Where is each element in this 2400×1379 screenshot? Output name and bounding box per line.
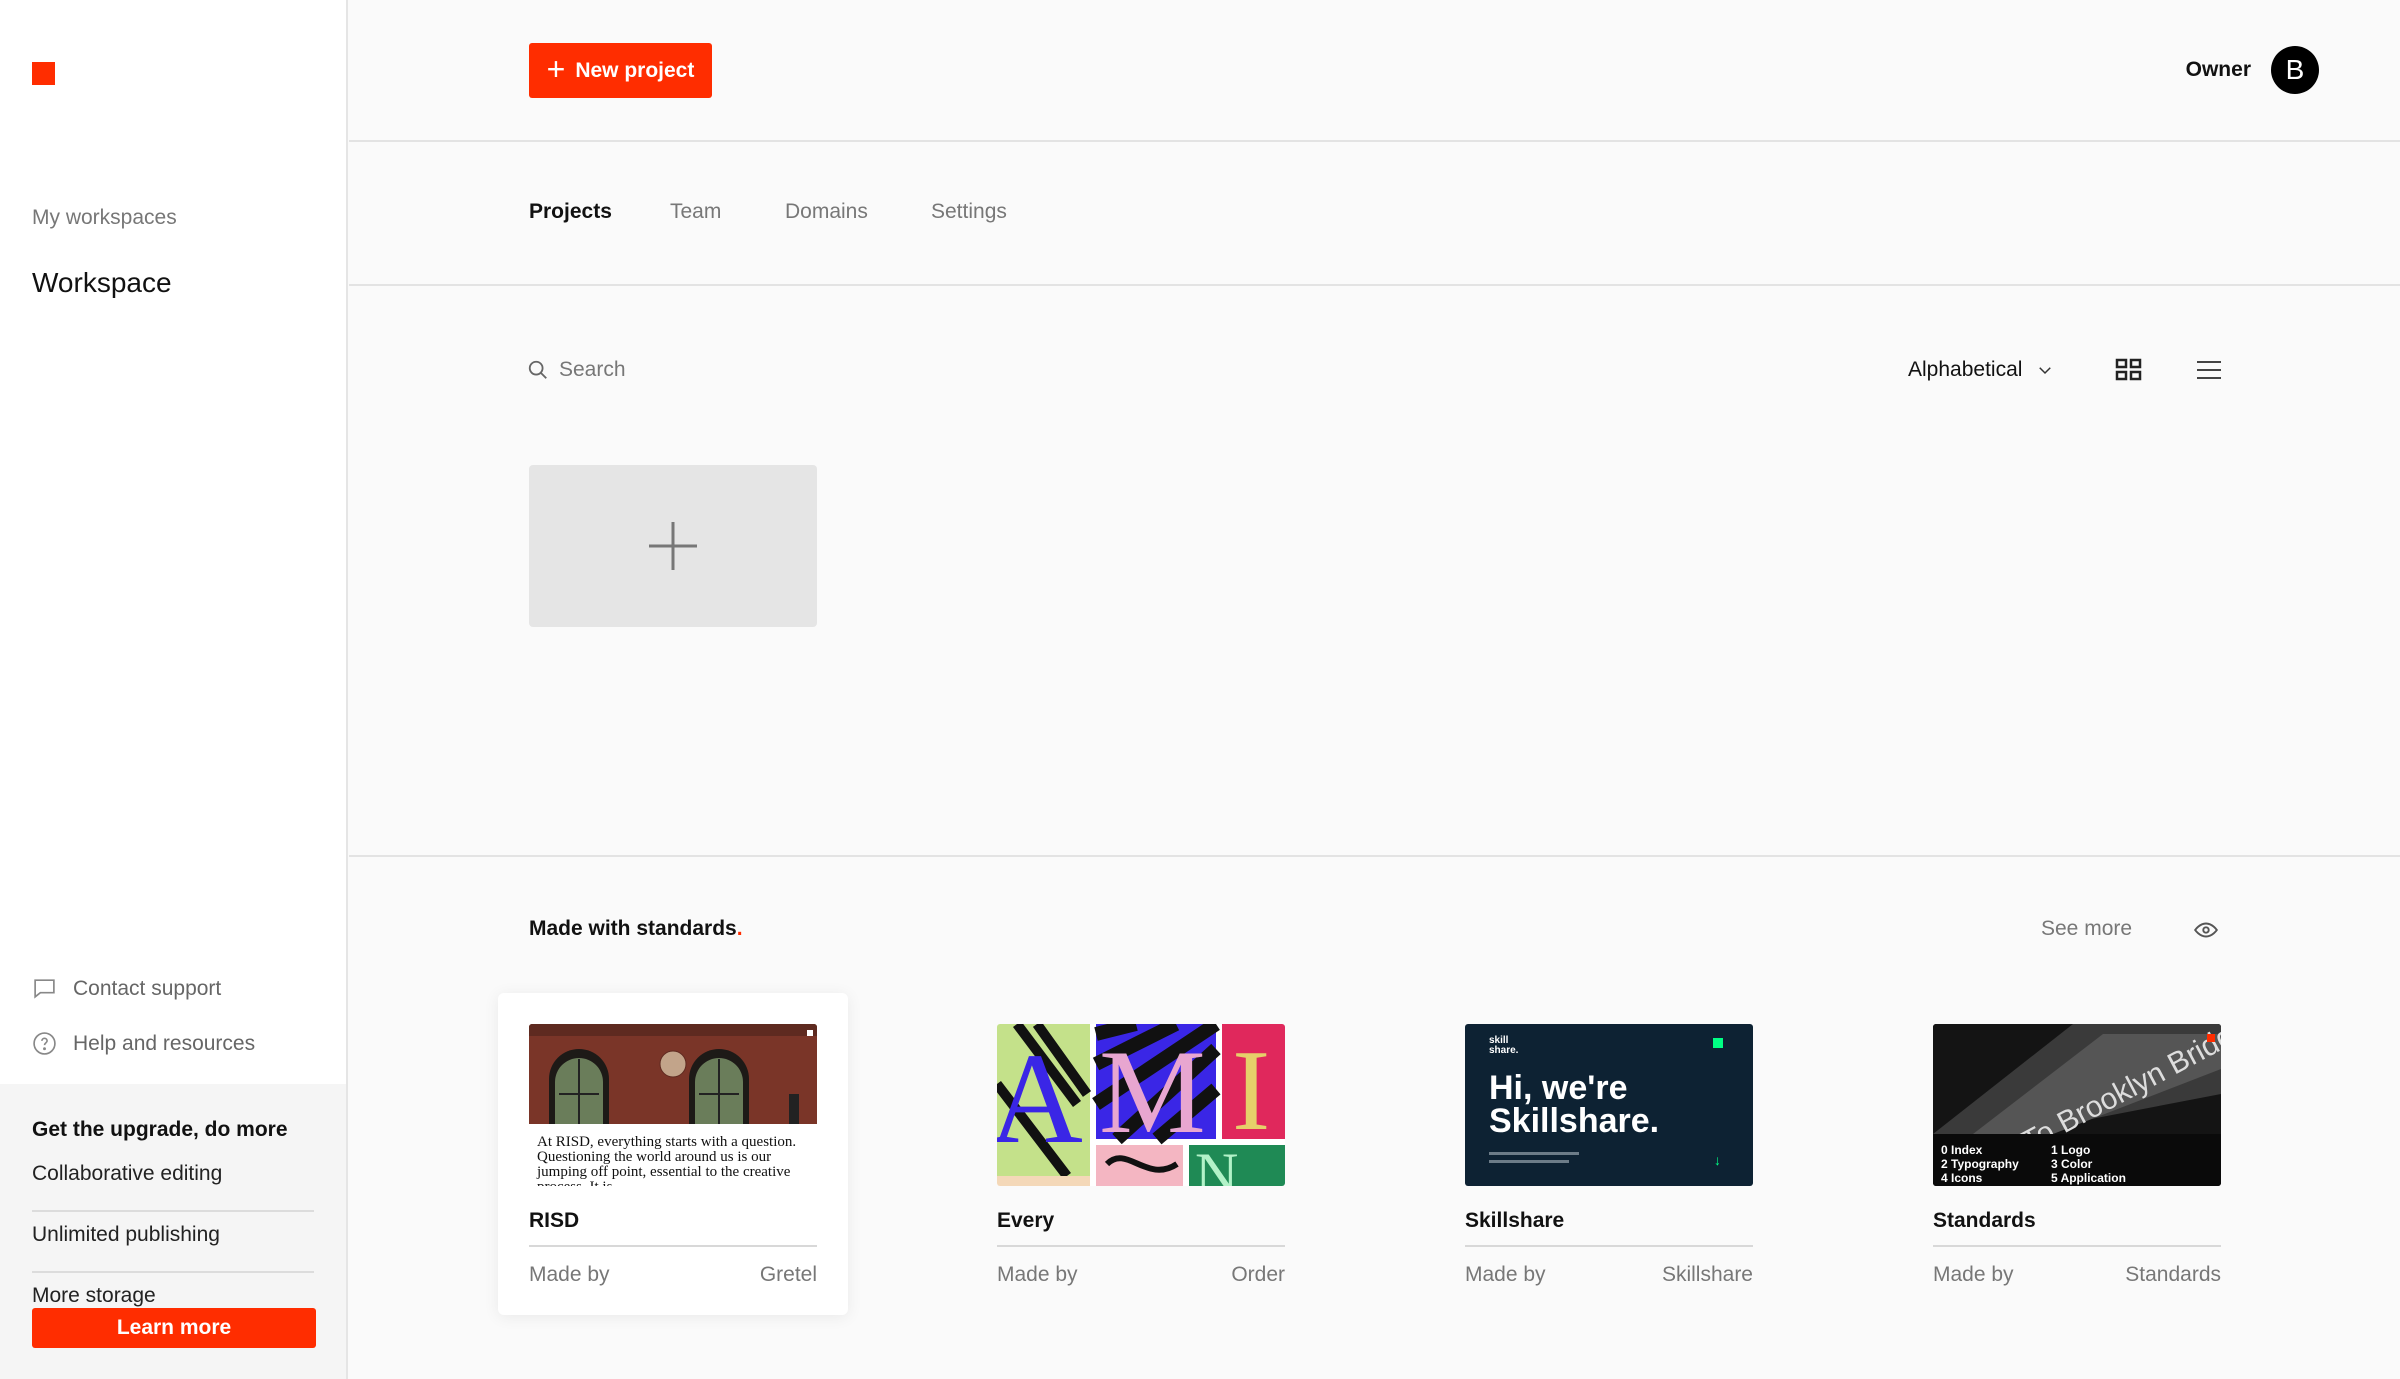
tab-domains[interactable]: Domains bbox=[785, 200, 868, 224]
made-by-label: Made by bbox=[1933, 1263, 2014, 1286]
card-meta: Made by Order bbox=[997, 1263, 1285, 1287]
every-letters-image: A M I N bbox=[997, 1024, 1285, 1186]
showcase-card[interactable]: At RISD, everything starts with a questi… bbox=[498, 993, 848, 1315]
avatar[interactable]: B bbox=[2271, 46, 2319, 94]
made-by-label: Made by bbox=[997, 1263, 1078, 1286]
search-icon bbox=[528, 360, 547, 379]
made-by-label: Made by bbox=[1465, 1263, 1546, 1286]
showcase-card[interactable]: To Brooklyn Bridge · Late nights to · st… bbox=[1902, 993, 2252, 1315]
card-thumbnail: A M I N bbox=[997, 1024, 1285, 1186]
learn-more-button[interactable]: Learn more bbox=[32, 1308, 316, 1348]
chat-icon bbox=[34, 979, 55, 999]
arrow-down-icon: ↓ bbox=[1714, 1152, 1721, 1168]
contact-support-link[interactable]: Contact support bbox=[32, 976, 221, 1001]
card-meta: Made by Standards bbox=[1933, 1263, 2221, 1287]
card-thumbnail: To Brooklyn Bridge · Late nights to · st… bbox=[1933, 1024, 2221, 1186]
eye-icon[interactable] bbox=[2193, 917, 2219, 943]
card-name: Every bbox=[997, 1209, 1285, 1247]
new-project-button[interactable]: + New project bbox=[529, 43, 712, 98]
accent-square bbox=[1713, 1038, 1723, 1048]
sort-label: Alphabetical bbox=[1908, 358, 2023, 381]
card-author[interactable]: Standards bbox=[2125, 1263, 2221, 1287]
upgrade-feature: Unlimited publishing bbox=[32, 1224, 314, 1273]
upgrade-title: Get the upgrade, do more bbox=[32, 1118, 288, 1141]
workspace-tabs: Projects Team Domains Settings bbox=[349, 143, 2400, 286]
card-meta: Made by Gretel bbox=[529, 1263, 817, 1287]
sidebar: My workspaces Workspace Contact support … bbox=[0, 0, 348, 1379]
role-label: Owner bbox=[2185, 58, 2251, 81]
svg-text:M: M bbox=[1099, 1025, 1206, 1158]
logo[interactable] bbox=[32, 62, 55, 85]
new-project-label: New project bbox=[575, 58, 695, 82]
search-input[interactable]: Search bbox=[559, 358, 626, 382]
card-author[interactable]: Gretel bbox=[760, 1263, 817, 1287]
tab-settings[interactable]: Settings bbox=[931, 200, 1007, 224]
card-author[interactable]: Order bbox=[1231, 1263, 1285, 1287]
plus-icon: + bbox=[546, 51, 566, 87]
sort-dropdown[interactable]: Alphabetical bbox=[1908, 358, 2054, 382]
card-name: RISD bbox=[529, 1209, 817, 1247]
showcase-title: Made with standards. bbox=[529, 917, 743, 940]
section-divider bbox=[349, 855, 2400, 857]
help-icon bbox=[33, 1032, 56, 1055]
card-author[interactable]: Skillshare bbox=[1662, 1263, 1753, 1287]
help-resources-link[interactable]: Help and resources bbox=[32, 1031, 255, 1056]
workspaces-caption: My workspaces bbox=[32, 206, 177, 229]
subway-sign-image: To Brooklyn Bridge · Late nights to · st… bbox=[1933, 1024, 2221, 1134]
tab-projects[interactable]: Projects bbox=[529, 200, 612, 224]
search-field[interactable]: Search bbox=[527, 358, 626, 382]
showcase-card[interactable]: skill share. Hi, we're Skillshare. ↓ Ski… bbox=[1434, 993, 1784, 1315]
made-by-label: Made by bbox=[529, 1263, 610, 1286]
upgrade-panel: Get the upgrade, do more Collaborative e… bbox=[0, 1084, 346, 1379]
upgrade-feature: Collaborative editing bbox=[32, 1163, 314, 1212]
thumb-text-line bbox=[1489, 1160, 1569, 1163]
chevron-down-icon bbox=[2039, 367, 2052, 375]
skillshare-headline: Hi, we're Skillshare. bbox=[1489, 1069, 1660, 1140]
add-project-tile[interactable] bbox=[529, 465, 817, 627]
thumb-text-line bbox=[1489, 1152, 1579, 1155]
svg-text:N: N bbox=[1195, 1141, 1238, 1186]
card-name: Standards bbox=[1933, 1209, 2221, 1247]
svg-text:I: I bbox=[1232, 1027, 1270, 1154]
risd-building-image bbox=[529, 1024, 817, 1124]
skillshare-logo: skill share. bbox=[1489, 1035, 1519, 1056]
showcase-card[interactable]: A M I N Every Made by Order bbox=[966, 993, 1316, 1315]
tab-team[interactable]: Team bbox=[670, 200, 721, 224]
see-more-link[interactable]: See more bbox=[2041, 917, 2132, 941]
plus-icon bbox=[649, 522, 697, 570]
card-thumbnail: skill share. Hi, we're Skillshare. ↓ bbox=[1465, 1024, 1753, 1186]
index-list: 0 Index 1 Logo 2 Typography 3 Color 4 Ic… bbox=[1933, 1134, 2221, 1186]
help-resources-label: Help and resources bbox=[73, 1031, 256, 1055]
svg-text:A: A bbox=[997, 1027, 1083, 1171]
card-meta: Made by Skillshare bbox=[1465, 1263, 1753, 1287]
workspace-name[interactable]: Workspace bbox=[32, 267, 172, 299]
card-name: Skillshare bbox=[1465, 1209, 1753, 1247]
contact-support-label: Contact support bbox=[73, 976, 222, 1000]
top-header: + New project Owner B bbox=[349, 0, 2400, 142]
card-thumb-text: At RISD, everything starts with a questi… bbox=[537, 1134, 797, 1187]
card-thumbnail: At RISD, everything starts with a questi… bbox=[529, 1024, 817, 1186]
list-view-icon[interactable] bbox=[2195, 356, 2223, 384]
grid-view-icon[interactable] bbox=[2115, 356, 2143, 384]
